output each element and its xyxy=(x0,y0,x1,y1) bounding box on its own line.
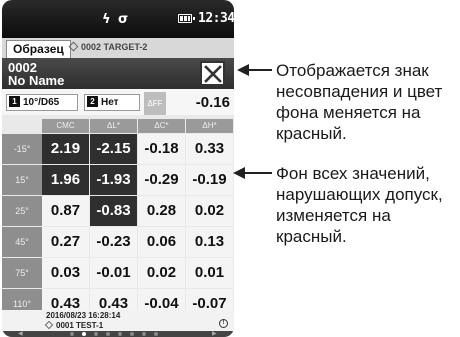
value-cell: -0.19 xyxy=(186,165,233,195)
power-icon: ϟ xyxy=(102,12,111,27)
target-label: 0002 TARGET-2 xyxy=(81,42,148,52)
sample-name: No Name xyxy=(8,73,65,88)
value-cell-fail: -0.83 xyxy=(90,196,137,226)
dff-label: ΔFF xyxy=(144,92,166,115)
clock: 12:34 xyxy=(198,11,234,26)
callout-line xyxy=(248,69,272,71)
conditions-bar: 1 10°/D65 2 Нет ΔFF -0.16 xyxy=(2,89,234,115)
illuminant-number-badge: 2 xyxy=(87,96,98,107)
reference-name: 0001 TEST-1 xyxy=(56,321,104,330)
status-bar: ϟ σ 12:34 xyxy=(2,0,234,38)
illuminant-label: Нет xyxy=(101,97,119,108)
value-cell: -0.23 xyxy=(90,227,137,257)
tab-row: Образец 0002 TARGET-2 xyxy=(2,38,234,58)
column-header: ΔL* xyxy=(90,119,137,133)
column-header: ΔC* xyxy=(138,119,185,133)
dff-value: -0.16 xyxy=(195,94,230,111)
page-right-arrow-icon[interactable]: ▶ xyxy=(212,331,217,337)
page-dot xyxy=(70,332,74,336)
value-cell: 0.87 xyxy=(42,196,89,226)
value-cell: 0.02 xyxy=(186,196,233,226)
row-angle-label: 45° xyxy=(2,227,42,257)
connection-icon: σ xyxy=(118,12,129,27)
value-cell: -0.29 xyxy=(138,165,185,195)
target-diamond-icon xyxy=(68,41,79,52)
column-header: CMC xyxy=(42,119,89,133)
tab-target[interactable]: 0002 TARGET-2 xyxy=(68,41,148,52)
page-left-arrow-icon[interactable]: ◀ xyxy=(18,331,23,337)
page-dot xyxy=(154,332,158,336)
row-angle-label: -15° xyxy=(2,134,42,164)
mismatch-x-icon xyxy=(200,61,225,86)
value-cell: 0.27 xyxy=(42,227,89,257)
observer-label: 10°/D65 xyxy=(23,97,60,108)
page-dot-active xyxy=(82,332,86,336)
page-indicator: ◀ ▶ xyxy=(2,331,234,337)
callout-tolerance: Фон всех значений, нарушающих допуск, из… xyxy=(276,164,443,246)
page-dot xyxy=(94,332,98,336)
page-dot xyxy=(130,332,134,336)
value-cell-fail: 1.96 xyxy=(42,165,89,195)
value-cell-fail: 2.19 xyxy=(42,134,89,164)
column-header: ΔH* xyxy=(186,119,233,133)
measurement-datetime: 2016/08/23 16:28:14 xyxy=(46,311,121,320)
reference-diamond-icon xyxy=(44,320,54,330)
page-dot xyxy=(142,332,146,336)
value-cell: -0.18 xyxy=(138,134,185,164)
value-cell: 0.28 xyxy=(138,196,185,226)
observer-number-badge: 1 xyxy=(9,96,20,107)
row-angle-label: 25° xyxy=(2,196,42,226)
value-cell: 0.02 xyxy=(138,258,185,288)
battery-icon xyxy=(178,14,195,23)
sample-name-bar[interactable]: 0002 No Name xyxy=(2,58,234,89)
page-dot xyxy=(118,332,122,336)
row-angle-label: 75° xyxy=(2,258,42,288)
reference-label: 0001 TEST-1 xyxy=(44,320,104,330)
value-cell: 0.06 xyxy=(138,227,185,257)
value-cell-fail: -2.15 xyxy=(90,134,137,164)
value-cell: 0.13 xyxy=(186,227,233,257)
value-cell: 0.33 xyxy=(186,134,233,164)
illuminant-condition[interactable]: 2 Нет xyxy=(84,94,140,111)
value-cell: -0.01 xyxy=(90,258,137,288)
tab-sample[interactable]: Образец xyxy=(6,40,71,58)
callout-line xyxy=(244,172,272,174)
row-angle-label: 15° xyxy=(2,165,42,195)
callout-mismatch: Отображается знак несовпадения и цвет фо… xyxy=(276,61,443,143)
page-dot xyxy=(106,332,110,336)
info-icon[interactable]: ! xyxy=(219,319,228,328)
value-cell: 0.03 xyxy=(42,258,89,288)
value-cell-fail: -1.93 xyxy=(90,165,137,195)
observer-condition[interactable]: 1 10°/D65 xyxy=(6,94,78,111)
instrument-screen: ϟ σ 12:34 Образец 0002 TARGET-2 0002 No … xyxy=(2,0,234,337)
value-cell: 0.01 xyxy=(186,258,233,288)
